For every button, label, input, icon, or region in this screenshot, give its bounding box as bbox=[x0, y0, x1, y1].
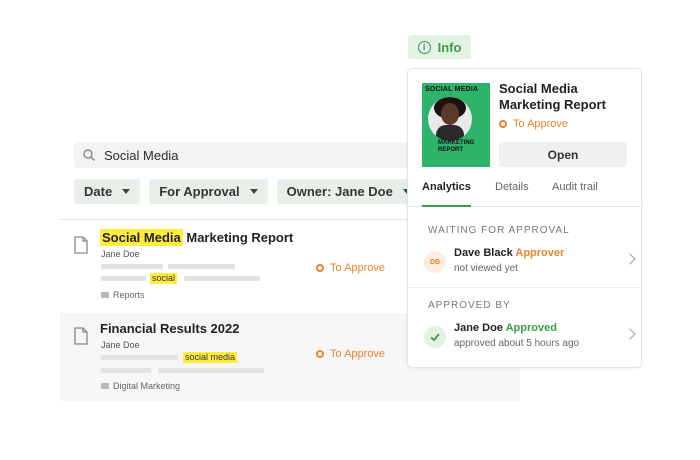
result-title: Social Media Marketing Report bbox=[100, 229, 294, 246]
pending-icon bbox=[316, 264, 324, 272]
text-placeholder bbox=[101, 264, 163, 269]
matched-tag: social media bbox=[183, 352, 238, 363]
folder-label: Digital Marketing bbox=[113, 381, 181, 391]
approver-row-approved[interactable]: Jane Doe Approved approved about 5 hours… bbox=[424, 322, 636, 358]
filter-owner[interactable]: Owner: Jane Doe bbox=[276, 179, 421, 204]
document-status-label: To Approve bbox=[513, 118, 569, 130]
tab-analytics[interactable]: Analytics bbox=[422, 181, 471, 207]
chevron-right-icon bbox=[624, 328, 636, 340]
check-icon bbox=[424, 326, 446, 348]
approver-substatus: not viewed yet bbox=[454, 263, 518, 274]
status-badge: To Approve bbox=[316, 262, 385, 274]
status-badge: To Approve bbox=[316, 348, 385, 360]
text-placeholder bbox=[168, 264, 235, 269]
info-panel: SOCIAL MEDIA MARKETING REPORT Social Med… bbox=[407, 68, 642, 368]
result-folder: Digital Marketing bbox=[101, 381, 180, 391]
approver-substatus: approved about 5 hours ago bbox=[454, 338, 580, 349]
chevron-down-icon bbox=[249, 189, 258, 194]
title-rest: Financial Results 2022 bbox=[100, 321, 240, 336]
title-rest: Marketing Report bbox=[182, 230, 294, 245]
approver-name-text: Jane Doe bbox=[454, 322, 503, 334]
pending-icon bbox=[316, 350, 324, 358]
filter-bar: Date For Approval Owner: Jane Doe bbox=[74, 179, 421, 204]
matched-tag: social bbox=[150, 273, 178, 284]
text-placeholder bbox=[101, 276, 146, 281]
thumbnail-subtitle-2: REPORT bbox=[438, 147, 464, 153]
thumbnail-subtitle-1: MARKETING bbox=[438, 140, 475, 146]
avatar: DB bbox=[424, 251, 446, 273]
approver-name-text: Dave Black bbox=[454, 247, 513, 259]
thumbnail-subtitle: MARKETING REPORT bbox=[438, 140, 474, 154]
filter-for-approval[interactable]: For Approval bbox=[149, 179, 268, 204]
open-button[interactable]: Open bbox=[499, 142, 627, 167]
approver-name: Dave Black Approver bbox=[454, 247, 564, 259]
title-highlight: Social Media bbox=[100, 229, 183, 246]
tab-audit-trail[interactable]: Audit trail bbox=[552, 181, 598, 207]
text-placeholder bbox=[101, 368, 151, 373]
filter-date-label: Date bbox=[84, 184, 113, 199]
waiting-heading: WAITING FOR APPROVAL bbox=[428, 225, 570, 236]
result-owner: Jane Doe bbox=[101, 340, 140, 350]
status-label: To Approve bbox=[330, 348, 386, 360]
search-icon bbox=[83, 149, 95, 161]
result-title: Financial Results 2022 bbox=[100, 321, 239, 336]
search-input[interactable]: Social Media bbox=[74, 142, 414, 168]
thumbnail-photo bbox=[428, 97, 472, 141]
approved-heading: APPROVED BY bbox=[428, 300, 511, 311]
approver-role: Approver bbox=[515, 247, 565, 259]
document-thumbnail: SOCIAL MEDIA MARKETING REPORT bbox=[422, 83, 490, 167]
approver-row-waiting[interactable]: DB Dave Black Approver not viewed yet bbox=[424, 247, 636, 283]
text-placeholder bbox=[184, 276, 260, 281]
tab-bar: Analytics Details Audit trail bbox=[408, 181, 641, 207]
document-icon bbox=[74, 327, 88, 345]
pending-icon bbox=[499, 120, 507, 128]
document-title: Social Media Marketing Report bbox=[499, 81, 606, 112]
filter-date[interactable]: Date bbox=[74, 179, 141, 204]
thumbnail-title: SOCIAL MEDIA bbox=[425, 86, 479, 93]
folder-icon bbox=[101, 292, 109, 298]
status-label: To Approve bbox=[330, 262, 386, 274]
text-placeholder bbox=[158, 368, 264, 373]
approver-role: Approved bbox=[505, 322, 557, 334]
filter-for-approval-label: For Approval bbox=[159, 184, 240, 199]
document-icon bbox=[74, 236, 88, 254]
tab-details[interactable]: Details bbox=[495, 181, 529, 207]
text-placeholder bbox=[101, 355, 178, 360]
approver-name: Jane Doe Approved bbox=[454, 322, 557, 334]
section-divider bbox=[408, 287, 641, 288]
chevron-down-icon bbox=[122, 189, 131, 194]
result-owner: Jane Doe bbox=[101, 249, 140, 259]
chevron-right-icon bbox=[624, 253, 636, 265]
result-folder: Reports bbox=[101, 290, 145, 300]
filter-owner-label: Owner: Jane Doe bbox=[286, 184, 393, 199]
search-query: Social Media bbox=[104, 147, 179, 163]
info-button[interactable]: i Info bbox=[408, 35, 471, 59]
folder-icon bbox=[101, 383, 109, 389]
document-status: To Approve bbox=[499, 118, 568, 130]
folder-label: Reports bbox=[113, 290, 145, 300]
info-button-label: Info bbox=[437, 39, 462, 55]
info-icon: i bbox=[417, 40, 431, 54]
